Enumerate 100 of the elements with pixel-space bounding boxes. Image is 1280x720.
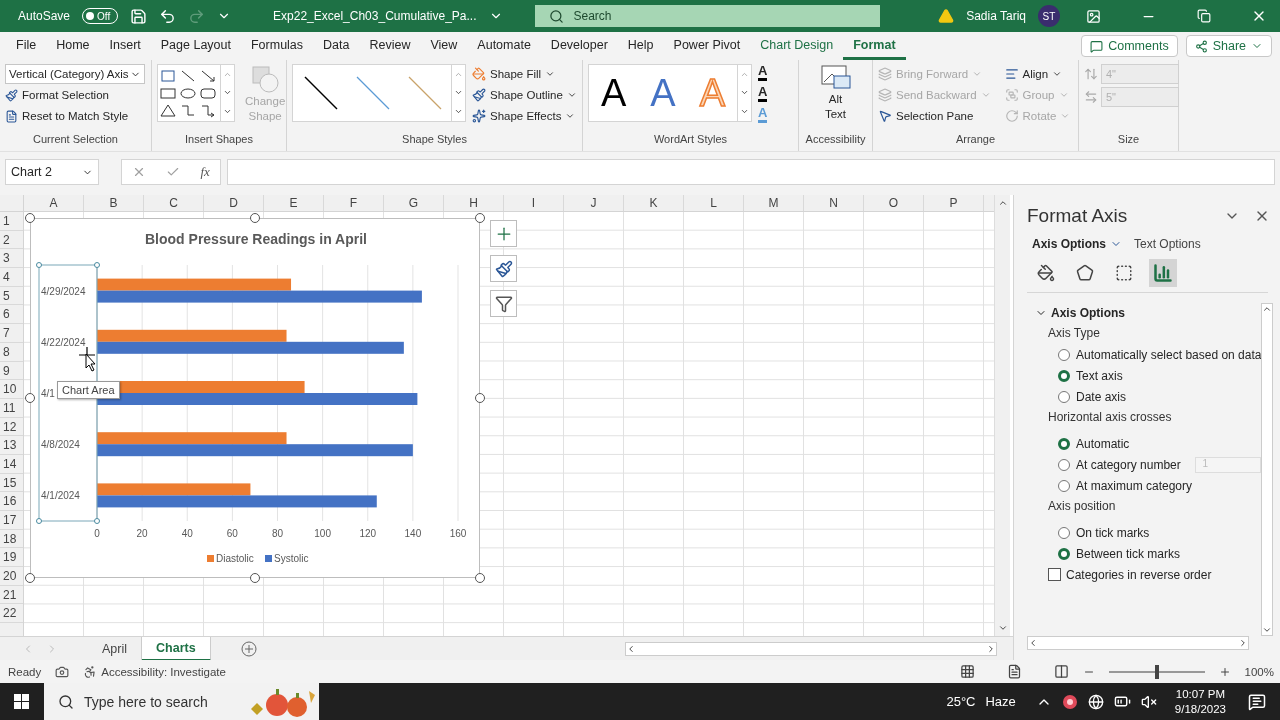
line-icon[interactable] (180, 68, 196, 84)
zoom-level[interactable]: 100% (1244, 665, 1274, 678)
ribbon-command[interactable]: Shape Fill (472, 64, 577, 84)
caret-icon[interactable] (1052, 69, 1063, 79)
comment-icon[interactable] (1090, 39, 1104, 53)
ribbon-tab[interactable]: File (6, 32, 47, 60)
column-header[interactable]: J (564, 195, 624, 211)
row-number[interactable]: 4 (0, 268, 23, 287)
text-format-button[interactable]: A (758, 64, 768, 81)
row-number[interactable]: 3 (0, 249, 23, 269)
radio-option[interactable]: Between tick marks (1027, 543, 1262, 564)
column-header[interactable]: B (84, 195, 144, 211)
search-field[interactable]: Search (534, 5, 880, 27)
ribbon-tab[interactable]: Help (617, 32, 664, 60)
row-number[interactable]: 22 (0, 604, 23, 624)
row-number[interactable]: 13 (0, 436, 23, 455)
insert-function-button[interactable]: fx (200, 164, 210, 180)
oval-icon[interactable] (180, 85, 196, 101)
scroll-down-icon[interactable] (997, 623, 1008, 633)
row-number[interactable]: 6 (0, 305, 23, 325)
row-number[interactable]: 8 (0, 342, 23, 362)
row-number[interactable]: 2 (0, 230, 23, 250)
ribbon-tab[interactable]: Chart Design (750, 32, 844, 60)
radio-option[interactable]: At maximum category (1027, 475, 1262, 496)
ribbon-command[interactable]: Shape Outline (472, 85, 577, 105)
row-number[interactable]: 12 (0, 417, 23, 437)
row-number[interactable]: 9 (0, 361, 23, 381)
column-header[interactable]: C (144, 195, 204, 211)
column-header[interactable]: P (924, 195, 984, 211)
row-number[interactable]: 14 (0, 454, 23, 474)
notifications-icon[interactable] (1248, 692, 1266, 711)
resize-handle[interactable] (475, 213, 485, 223)
row-number[interactable]: 21 (0, 585, 23, 605)
selection-dropdown[interactable]: Vertical (Category) Axis (5, 64, 145, 84)
alt-text-button[interactable]: Alt Text (815, 64, 856, 133)
align-icon[interactable] (1004, 67, 1019, 81)
sparkle-icon[interactable] (472, 109, 486, 123)
wordart-sample[interactable]: A (638, 71, 688, 115)
column-header[interactable]: O (864, 195, 924, 211)
pane-tab[interactable]: Text Options (1134, 237, 1201, 251)
arrow-icon[interactable] (200, 68, 216, 84)
weather-text[interactable]: Haze (985, 694, 1016, 709)
enter-icon[interactable] (166, 165, 181, 179)
column-header[interactable]: D (204, 195, 264, 211)
comments-button[interactable]: Comments (1081, 35, 1178, 57)
ribbon-tab[interactable]: Insert (99, 32, 151, 60)
column-header[interactable]: E (264, 195, 324, 211)
restore-icon[interactable] (1196, 9, 1211, 23)
accessibility-status[interactable]: Accessibility: Investigate (101, 665, 226, 678)
ribbon-tab[interactable]: Developer (540, 32, 618, 60)
text-format-button[interactable]: A (758, 85, 768, 102)
radio-option[interactable]: Date axis (1027, 386, 1262, 407)
warning-icon[interactable] (938, 8, 955, 24)
radio-option[interactable]: On tick marks (1027, 522, 1262, 543)
scroll-right-icon[interactable] (986, 643, 996, 654)
pentagon-icon[interactable] (1076, 264, 1094, 282)
radio-option[interactable]: Automatic (1027, 433, 1262, 454)
section-header[interactable]: Axis Options (1027, 303, 1262, 323)
resize-handle[interactable] (25, 573, 35, 583)
elbow-arrow-icon[interactable] (200, 102, 216, 118)
row-number[interactable]: 5 (0, 286, 23, 306)
save-icon[interactable] (130, 7, 148, 25)
row-number[interactable]: 15 (0, 473, 23, 493)
zoom-in-icon[interactable] (1218, 665, 1231, 678)
vertical-scrollbar[interactable] (994, 195, 1010, 636)
row-number[interactable]: 7 (0, 324, 23, 343)
ribbon-tab[interactable]: View (420, 32, 468, 60)
sheet-tab[interactable]: Charts (142, 636, 211, 661)
row-number[interactable]: 17 (0, 511, 23, 530)
camera-icon[interactable] (55, 664, 70, 679)
checkbox-option[interactable]: Categories in reverse order (1027, 564, 1262, 585)
wordart-sample[interactable]: A (589, 71, 639, 115)
page-layout-icon[interactable] (1006, 664, 1022, 679)
ribbon-tab[interactable]: Data (313, 32, 360, 60)
ribbon-command[interactable]: Format Selection (5, 85, 145, 105)
rounded-rectangle-icon[interactable] (200, 85, 216, 101)
ribbon-command[interactable]: Selection Pane (878, 106, 991, 126)
taskbar-search-field[interactable]: Type here to search (44, 683, 319, 720)
normal-view-icon[interactable] (959, 664, 975, 679)
ribbon-tab[interactable]: Power Pivot (663, 32, 751, 60)
ribbon-command[interactable]: Align (1004, 64, 1071, 84)
row-number[interactable]: 20 (0, 567, 23, 586)
chart-area[interactable]: Blood Pressure Readings in April 4/29/2024 4/22/2024 4/1 4/8/2024 4/1/2024 0 20 40 60 80 100 120 140 160 Diastolic Systolic Chart Area (30, 218, 480, 578)
resize-handle[interactable] (475, 573, 485, 583)
undo-icon[interactable] (159, 7, 177, 25)
taskbar-clock[interactable]: 10:07 PM 9/18/2023 (1174, 686, 1226, 717)
horizontal-scrollbar[interactable] (625, 641, 997, 656)
network-icon[interactable] (1087, 693, 1104, 710)
resize-handle[interactable] (25, 393, 35, 403)
brush-icon[interactable] (5, 88, 18, 102)
scroll-up-icon[interactable] (1262, 304, 1273, 314)
row-number[interactable]: 1 (0, 212, 23, 231)
ribbon-command[interactable]: Shape Effects (472, 106, 577, 126)
page-break-icon[interactable] (1053, 664, 1069, 679)
vertical-scrollbar[interactable] (1261, 303, 1274, 636)
ribbon-tab[interactable]: Review (359, 32, 421, 60)
column-header[interactable]: L (684, 195, 744, 211)
volume-muted-icon[interactable] (1140, 693, 1157, 710)
row-number[interactable]: 18 (0, 529, 23, 549)
paint-bucket-icon[interactable] (472, 67, 486, 81)
